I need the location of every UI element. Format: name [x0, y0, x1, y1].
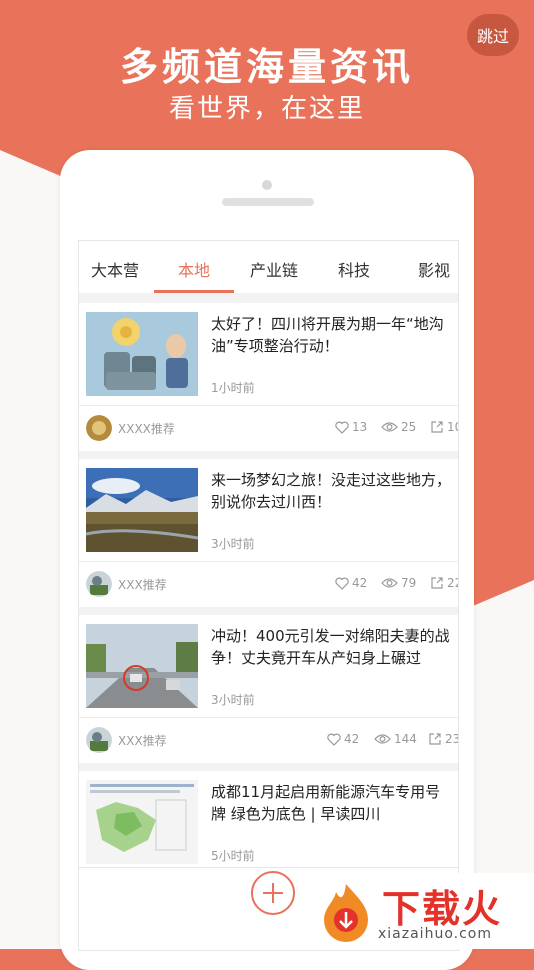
subheadline: 看世界，在这里: [168, 94, 365, 124]
heart-icon: [335, 421, 349, 434]
article-card[interactable]: 来一场梦幻之旅！没走过这些地方，别说你去过川西！ 3小时前 XXX推荐 42 7…: [79, 459, 458, 607]
active-tab-indicator: [154, 290, 234, 293]
tab-film[interactable]: 影视: [418, 257, 450, 281]
article-card[interactable]: 太好了！四川将开展为期一年“地沟油”专项整治行动！ 1小时前 XXXX推荐 13…: [79, 303, 458, 451]
download-fire-logo-icon: [324, 884, 368, 942]
view-stat: 144: [374, 732, 417, 746]
eye-icon: [381, 578, 398, 588]
share-count: 10: [447, 420, 458, 434]
like-stat[interactable]: 13: [335, 420, 367, 434]
eye-icon: [374, 734, 391, 744]
view-stat: 25: [381, 420, 416, 434]
like-count: 13: [352, 420, 368, 434]
recommender-label: XXX推荐: [118, 578, 167, 592]
tab-industry-chain[interactable]: 产业链: [250, 257, 298, 281]
tab-local[interactable]: 本地: [178, 257, 210, 281]
article-time: 5小时前: [211, 849, 255, 863]
view-stat: 79: [381, 576, 416, 590]
article-time: 3小时前: [211, 693, 255, 707]
like-count: 42: [352, 576, 368, 590]
watermark-title: 下载火: [382, 887, 503, 931]
eye-icon: [381, 422, 398, 432]
article-title[interactable]: 太好了！四川将开展为期一年“地沟油”专项整治行动！: [211, 313, 451, 357]
like-stat[interactable]: 42: [335, 576, 367, 590]
article-title[interactable]: 来一场梦幻之旅！没走过这些地方，别说你去过川西！: [211, 469, 451, 513]
tab-dabenying[interactable]: 大本营: [91, 257, 139, 281]
recommender-avatar: [86, 415, 112, 441]
tab-tech[interactable]: 科技: [338, 257, 370, 281]
share-icon: [431, 421, 443, 433]
add-button[interactable]: [251, 871, 295, 915]
heart-icon: [327, 733, 341, 746]
article-time: 1小时前: [211, 381, 255, 395]
phone-screen: 大本营 本地 产业链 科技 影视 太好了！四川将开展为期一年“地沟油”专项整治行…: [78, 240, 459, 951]
article-time: 3小时前: [211, 537, 255, 551]
article-card[interactable]: 冲动！400元引发一对绵阳夫妻的战争！丈夫竟开车从产妇身上碾过 3小时前 XXX…: [79, 615, 458, 763]
article-thumbnail: [86, 468, 198, 552]
article-title[interactable]: 冲动！400元引发一对绵阳夫妻的战争！丈夫竟开车从产妇身上碾过: [211, 625, 451, 669]
channel-tabs: 大本营 本地 产业链 科技 影视: [79, 241, 458, 293]
share-icon: [429, 733, 441, 745]
like-stat[interactable]: 42: [327, 732, 359, 746]
recommender-label: XXX推荐: [118, 734, 167, 748]
card-divider: [79, 561, 458, 562]
card-divider: [79, 405, 458, 406]
like-count: 42: [344, 732, 360, 746]
recommender-avatar: [86, 727, 112, 753]
phone-speaker: [222, 198, 314, 206]
article-thumbnail: [86, 780, 198, 864]
share-stat[interactable]: 10: [430, 420, 458, 434]
article-title[interactable]: 成都11月起启用新能源汽车专用号牌 绿色为底色 | 早读四川: [211, 781, 451, 825]
recommender-label: XXXX推荐: [118, 422, 175, 436]
article-thumbnail: [86, 312, 198, 396]
watermark-url: xiazaihuo.com: [378, 926, 492, 942]
share-count: 23: [445, 732, 459, 746]
headline: 多频道海量资讯: [119, 45, 414, 89]
view-count: 144: [394, 732, 417, 746]
view-count: 79: [401, 576, 417, 590]
recommender-avatar: [86, 571, 112, 597]
share-icon: [431, 577, 443, 589]
share-count: 22: [447, 576, 458, 590]
plus-icon: [263, 883, 283, 903]
article-thumbnail: [86, 624, 198, 708]
share-stat[interactable]: 22: [430, 576, 458, 590]
share-stat[interactable]: 23: [428, 732, 459, 746]
phone-camera: [262, 180, 272, 190]
heart-icon: [335, 577, 349, 590]
card-divider: [79, 717, 458, 718]
view-count: 25: [401, 420, 417, 434]
